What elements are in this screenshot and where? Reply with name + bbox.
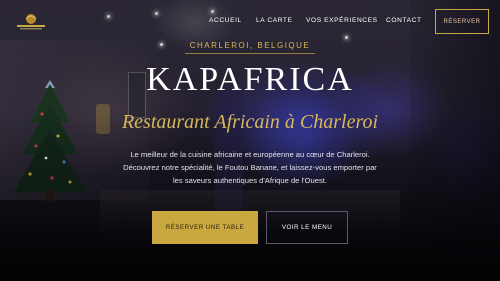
- main-nav: ACCUEIL LA CARTE VOS EXPÉRIENCES CONTACT: [0, 17, 500, 29]
- nav-item-accueil[interactable]: ACCUEIL: [209, 17, 242, 24]
- page: ACCUEIL LA CARTE VOS EXPÉRIENCES CONTACT…: [0, 0, 500, 281]
- reserve-table-button[interactable]: RÉSERVER UNE TABLE: [152, 211, 258, 244]
- nav-item-la-carte[interactable]: LA CARTE: [256, 17, 293, 24]
- hero-location: CHARLEROI, BELGIQUE: [189, 41, 311, 50]
- hero-description: Le meilleur de la cuisine africaine et e…: [123, 150, 377, 185]
- hero-title: KAPAFRICA: [146, 61, 354, 98]
- nav-item-vos-experiences[interactable]: VOS EXPÉRIENCES: [306, 17, 378, 24]
- hero-tagline: Restaurant Africain à Charleroi: [121, 111, 379, 133]
- reserve-button[interactable]: RÉSERVER: [435, 9, 489, 34]
- nav-item-contact[interactable]: CONTACT: [386, 17, 422, 24]
- view-menu-button[interactable]: VOIR LE MENU: [266, 211, 348, 244]
- hero-location-underline: [185, 53, 315, 54]
